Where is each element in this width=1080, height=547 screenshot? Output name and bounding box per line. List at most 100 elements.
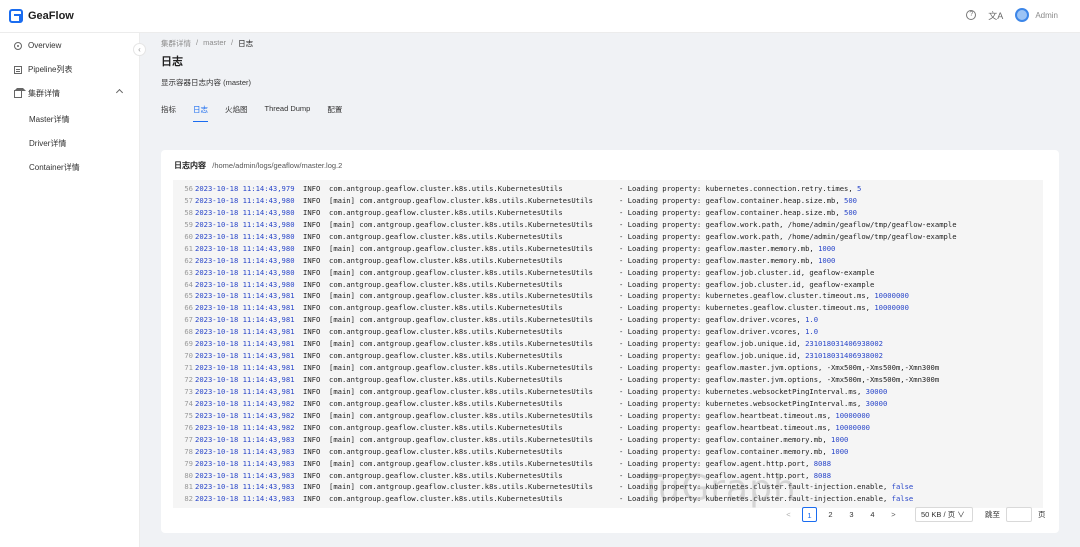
log-message: - Loading property: geaflow.driver.vcore… — [619, 315, 806, 325]
log-value: 1000 — [831, 434, 849, 444]
jump-suffix: 页 — [1038, 510, 1046, 519]
pagination-page-2[interactable]: 2 — [823, 507, 838, 522]
log-value: 8088 — [813, 458, 832, 468]
log-message: - Loading property: kubernetes.websocket… — [619, 398, 866, 408]
log-source: [main] com.antgroup.geaflow.cluster.k8s.… — [329, 458, 593, 468]
log-source: com.antgroup.geaflow.cluster.k8s.utils.K… — [329, 446, 563, 456]
log-header: 日志内容 /home/admin/logs/geaflow/master.log… — [174, 160, 342, 171]
log-value: 10000000 — [874, 303, 909, 313]
log-line: 63 2023-10-18 11:14:43,980 INFO [main] com.… — [173, 267, 1043, 279]
log-message: - Loading property: geaflow.job.unique.i… — [619, 339, 806, 349]
log-timestamp: 2023-10-18 11:14:43,981 — [195, 375, 295, 384]
log-line-number: 58 — [184, 207, 193, 217]
log-source: [main] com.antgroup.geaflow.cluster.k8s.… — [329, 434, 593, 444]
pagination-page-1[interactable]: 1 — [802, 507, 817, 522]
sidebar-item-pipeline[interactable]: Pipeline列表 — [14, 64, 72, 75]
log-value: 500 — [844, 195, 858, 205]
log-line: 75 2023-10-18 11:14:43,982 INFO [main] com.… — [173, 410, 1043, 422]
log-line-number: 59 — [184, 219, 193, 229]
log-source: com.antgroup.geaflow.cluster.k8s.utils.K… — [329, 279, 563, 289]
log-source: [main] com.antgroup.geaflow.cluster.k8s.… — [329, 363, 593, 373]
tab-config[interactable]: 配置 — [327, 104, 342, 122]
log-timestamp: 2023-10-18 11:14:43,982 — [195, 410, 295, 420]
log-line: 76 2023-10-18 11:14:43,982 INFO com.antgrou… — [173, 422, 1043, 434]
log-line-number: 76 — [184, 422, 193, 432]
log-line: 56 2023-10-18 11:14:43,979 INFO com.antgrou… — [173, 183, 1043, 195]
log-timestamp: 2023-10-18 11:14:43,981 — [195, 303, 295, 313]
log-line: 57 2023-10-18 11:14:43,980 INFO [main] com.… — [173, 195, 1043, 207]
log-level: INFO — [303, 291, 321, 301]
translate-icon[interactable]: 文A — [988, 9, 1003, 22]
pagination-next-button[interactable]: > — [886, 510, 901, 519]
log-message: - Loading property: kubernetes.cluster.f… — [619, 482, 892, 492]
log-message: - Loading property: geaflow.master.memor… — [619, 255, 819, 265]
breadcrumb-master[interactable]: master — [203, 38, 226, 49]
log-line-number: 75 — [184, 410, 193, 420]
sidebar-item-overview[interactable]: Overview — [14, 41, 61, 50]
log-line-number: 68 — [184, 327, 193, 337]
log-message: - Loading property: kubernetes.geaflow.c… — [619, 291, 875, 301]
log-value: 231018031406938002 — [805, 351, 883, 361]
tab-metrics[interactable]: 指标 — [161, 104, 176, 122]
log-level: INFO — [303, 255, 321, 265]
breadcrumb-current: 日志 — [238, 39, 254, 48]
log-source: [main] com.antgroup.geaflow.cluster.k8s.… — [329, 410, 593, 420]
log-value: 1.0 — [805, 315, 819, 325]
log-value: 30000 — [865, 398, 888, 408]
sidebar-subitem-container[interactable]: Container详情 — [29, 162, 80, 173]
log-level: INFO — [303, 434, 321, 444]
log-value: 10000000 — [835, 422, 870, 432]
log-line: 61 2023-10-18 11:14:43,980 INFO [main] com.… — [173, 243, 1043, 255]
log-line-number: 64 — [184, 279, 193, 289]
log-line-number: 63 — [184, 267, 193, 277]
log-line-number: 60 — [184, 231, 193, 241]
log-line-number: 80 — [184, 470, 193, 480]
tab-logs[interactable]: 日志 — [193, 104, 208, 122]
log-line-number: 82 — [184, 494, 193, 504]
log-line: 59 2023-10-18 11:14:43,980 INFO [main] com.… — [173, 219, 1043, 231]
sidebar-subitem-driver[interactable]: Driver详情 — [29, 138, 66, 149]
log-source: com.antgroup.geaflow.cluster.k8s.utils.K… — [329, 375, 563, 384]
pagination-page-3[interactable]: 3 — [844, 507, 859, 522]
log-source: com.antgroup.geaflow.cluster.k8s.utils.K… — [329, 351, 563, 361]
sidebar-subitem-master[interactable]: Master详情 — [29, 114, 69, 125]
avatar[interactable] — [1015, 8, 1030, 22]
app-name: GeaFlow — [28, 10, 74, 22]
sidebar-item-cluster[interactable]: 集群详情 — [14, 87, 60, 99]
log-timestamp: 2023-10-18 11:14:43,981 — [195, 315, 295, 325]
user-name[interactable]: Admin — [1035, 11, 1058, 20]
app-logo[interactable]: GeaFlow — [9, 9, 74, 23]
tab-flamegraph[interactable]: 火焰图 — [225, 104, 248, 122]
log-timestamp: 2023-10-18 11:14:43,981 — [195, 363, 295, 373]
question-circle-icon[interactable]: ? — [966, 10, 977, 20]
log-value: 10000000 — [874, 291, 909, 301]
log-level: INFO — [303, 386, 321, 396]
log-message: - Loading property: geaflow.job.cluster.… — [619, 279, 875, 289]
pagination-prev-button[interactable]: < — [781, 510, 796, 519]
log-message: - Loading property: kubernetes.cluster.f… — [619, 494, 892, 504]
log-line-number: 56 — [184, 184, 193, 193]
log-timestamp: 2023-10-18 11:14:43,980 — [195, 207, 295, 217]
log-line-number: 79 — [184, 458, 193, 468]
log-content[interactable]: 56 2023-10-18 11:14:43,979 INFO com.antgrou… — [173, 180, 1043, 508]
tab-thread-dump[interactable]: Thread Dump — [265, 104, 311, 122]
log-source: [main] com.antgroup.geaflow.cluster.k8s.… — [329, 386, 593, 396]
log-line: 72 2023-10-18 11:14:43,981 INFO com.antgrou… — [173, 374, 1043, 386]
pagination-page-4[interactable]: 4 — [865, 507, 880, 522]
sidebar-collapse-button[interactable]: ‹ — [133, 43, 146, 56]
breadcrumb-cluster[interactable]: 集群详情 — [161, 38, 191, 49]
log-source: [main] com.antgroup.geaflow.cluster.k8s.… — [329, 219, 593, 229]
log-message: - Loading property: geaflow.job.unique.i… — [619, 351, 806, 361]
log-line-number: 73 — [184, 386, 193, 396]
jump-input[interactable] — [1006, 507, 1032, 522]
sidebar-item-label: Overview — [28, 41, 62, 50]
page-size-select[interactable]: 50 KB / 页 ∨ — [915, 507, 973, 522]
log-level: INFO — [303, 470, 321, 480]
log-timestamp: 2023-10-18 11:14:43,981 — [195, 339, 295, 349]
log-source: com.antgroup.geaflow.cluster.k8s.utils.K… — [329, 231, 563, 241]
log-line-number: 78 — [184, 446, 193, 456]
sidebar-item-label: Pipeline列表 — [28, 65, 73, 74]
log-source: [main] com.antgroup.geaflow.cluster.k8s.… — [329, 267, 593, 277]
log-message: - Loading property: kubernetes.connectio… — [619, 184, 857, 193]
chevron-up-icon[interactable] — [115, 88, 124, 97]
